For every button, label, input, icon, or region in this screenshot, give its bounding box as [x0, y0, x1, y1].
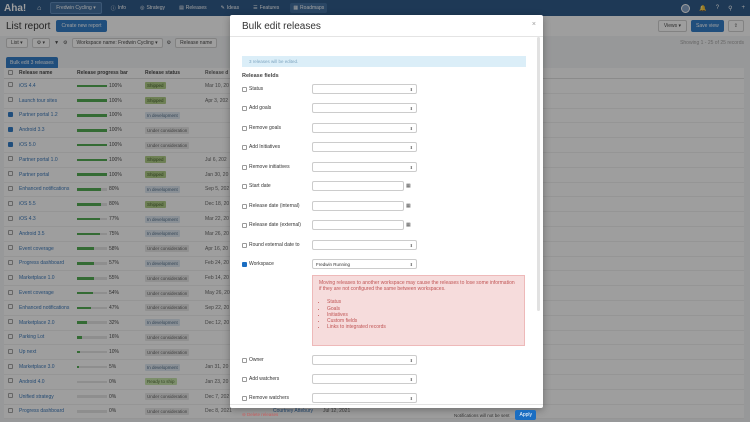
field-add-goals: Add goals ⬍	[242, 103, 526, 113]
delete-releases-link[interactable]: ⊖ Delete releases	[242, 412, 278, 418]
release-internal-input[interactable]	[312, 201, 404, 211]
chevron-icon: ⬍	[409, 357, 413, 363]
chevron-icon: ⬍	[409, 395, 413, 401]
modal-title: Bulk edit releases	[242, 21, 321, 32]
field-remove-initiatives: Remove initiatives ⬍	[242, 162, 526, 172]
release-internal-checkbox[interactable]	[242, 203, 247, 209]
remove-initiatives-select[interactable]: ⬍	[312, 162, 417, 172]
status-select[interactable]: ⬍	[312, 84, 417, 94]
add-initiatives-select[interactable]: ⬍	[312, 142, 417, 152]
release-external-input[interactable]	[312, 220, 404, 230]
add-goals-checkbox[interactable]	[242, 105, 247, 111]
footer-divider	[230, 404, 543, 405]
modal-scrollbar[interactable]	[537, 37, 540, 311]
chevron-icon: ⬍	[409, 261, 413, 267]
close-icon[interactable]: ×	[532, 21, 536, 28]
remove-initiatives-checkbox[interactable]	[242, 164, 247, 170]
add-watchers-select[interactable]: ⬍	[312, 374, 417, 384]
status-checkbox[interactable]	[242, 86, 247, 92]
field-remove-goals: Remove goals ⬍	[242, 123, 526, 133]
chevron-icon: ⬍	[409, 144, 413, 150]
chevron-icon: ⬍	[409, 242, 413, 248]
add-initiatives-checkbox[interactable]	[242, 144, 247, 150]
release-external-checkbox[interactable]	[242, 222, 247, 228]
notification-toggle[interactable]: Notifications will not be sent	[454, 413, 510, 418]
round-external-select[interactable]: ⬍	[312, 240, 417, 250]
field-owner: Owner ⬍	[242, 355, 526, 365]
chevron-icon: ⬍	[409, 125, 413, 131]
chevron-icon: ⬍	[409, 376, 413, 382]
workspace-warning: Moving releases to another workspace may…	[312, 275, 525, 346]
add-goals-select[interactable]: ⬍	[312, 103, 417, 113]
remove-watchers-checkbox[interactable]	[242, 395, 247, 401]
add-watchers-checkbox[interactable]	[242, 376, 247, 382]
chevron-icon: ⬍	[409, 105, 413, 111]
calendar-icon[interactable]: ▦	[406, 222, 411, 228]
remove-goals-checkbox[interactable]	[242, 125, 247, 131]
field-release-internal: Release date (internal) ▦	[242, 201, 526, 211]
field-add-watchers: Add watchers ⬍	[242, 374, 526, 384]
field-start-date: Start date ▦	[242, 181, 526, 191]
apply-button[interactable]: Apply	[515, 410, 536, 420]
bulk-edit-modal: Bulk edit releases × 3 releases will be …	[230, 15, 543, 420]
owner-select[interactable]: ⬍	[312, 355, 417, 365]
field-remove-watchers: Remove watchers ⬍	[242, 393, 526, 403]
field-workspace: Workspace Fredwin Running ⬍	[242, 259, 526, 269]
field-add-initiatives: Add Initiatives ⬍	[242, 142, 526, 152]
remove-watchers-select[interactable]: ⬍	[312, 393, 417, 403]
warning-list: Status Goals Initiatives Custom fields L…	[319, 299, 518, 330]
field-status: Status ⬍	[242, 84, 526, 94]
remove-goals-select[interactable]: ⬍	[312, 123, 417, 133]
info-banner: 3 releases will be edited.	[242, 56, 526, 67]
owner-checkbox[interactable]	[242, 357, 247, 363]
modal-divider	[230, 36, 543, 37]
start-date-checkbox[interactable]	[242, 183, 247, 189]
start-date-input[interactable]	[312, 181, 404, 191]
section-title: Release fields	[242, 73, 279, 79]
round-external-checkbox[interactable]	[242, 242, 247, 248]
chevron-icon: ⬍	[409, 164, 413, 170]
field-release-external: Release date (external) ▦	[242, 220, 526, 230]
workspace-checkbox[interactable]	[242, 261, 247, 267]
chevron-icon: ⬍	[409, 86, 413, 92]
workspace-select[interactable]: Fredwin Running ⬍	[312, 259, 417, 269]
calendar-icon[interactable]: ▦	[406, 183, 411, 189]
calendar-icon[interactable]: ▦	[406, 203, 411, 209]
modal-footer: ⊖ Delete releases Notifications will not…	[242, 409, 536, 421]
field-round-external: Round external date to ⬍	[242, 240, 526, 250]
